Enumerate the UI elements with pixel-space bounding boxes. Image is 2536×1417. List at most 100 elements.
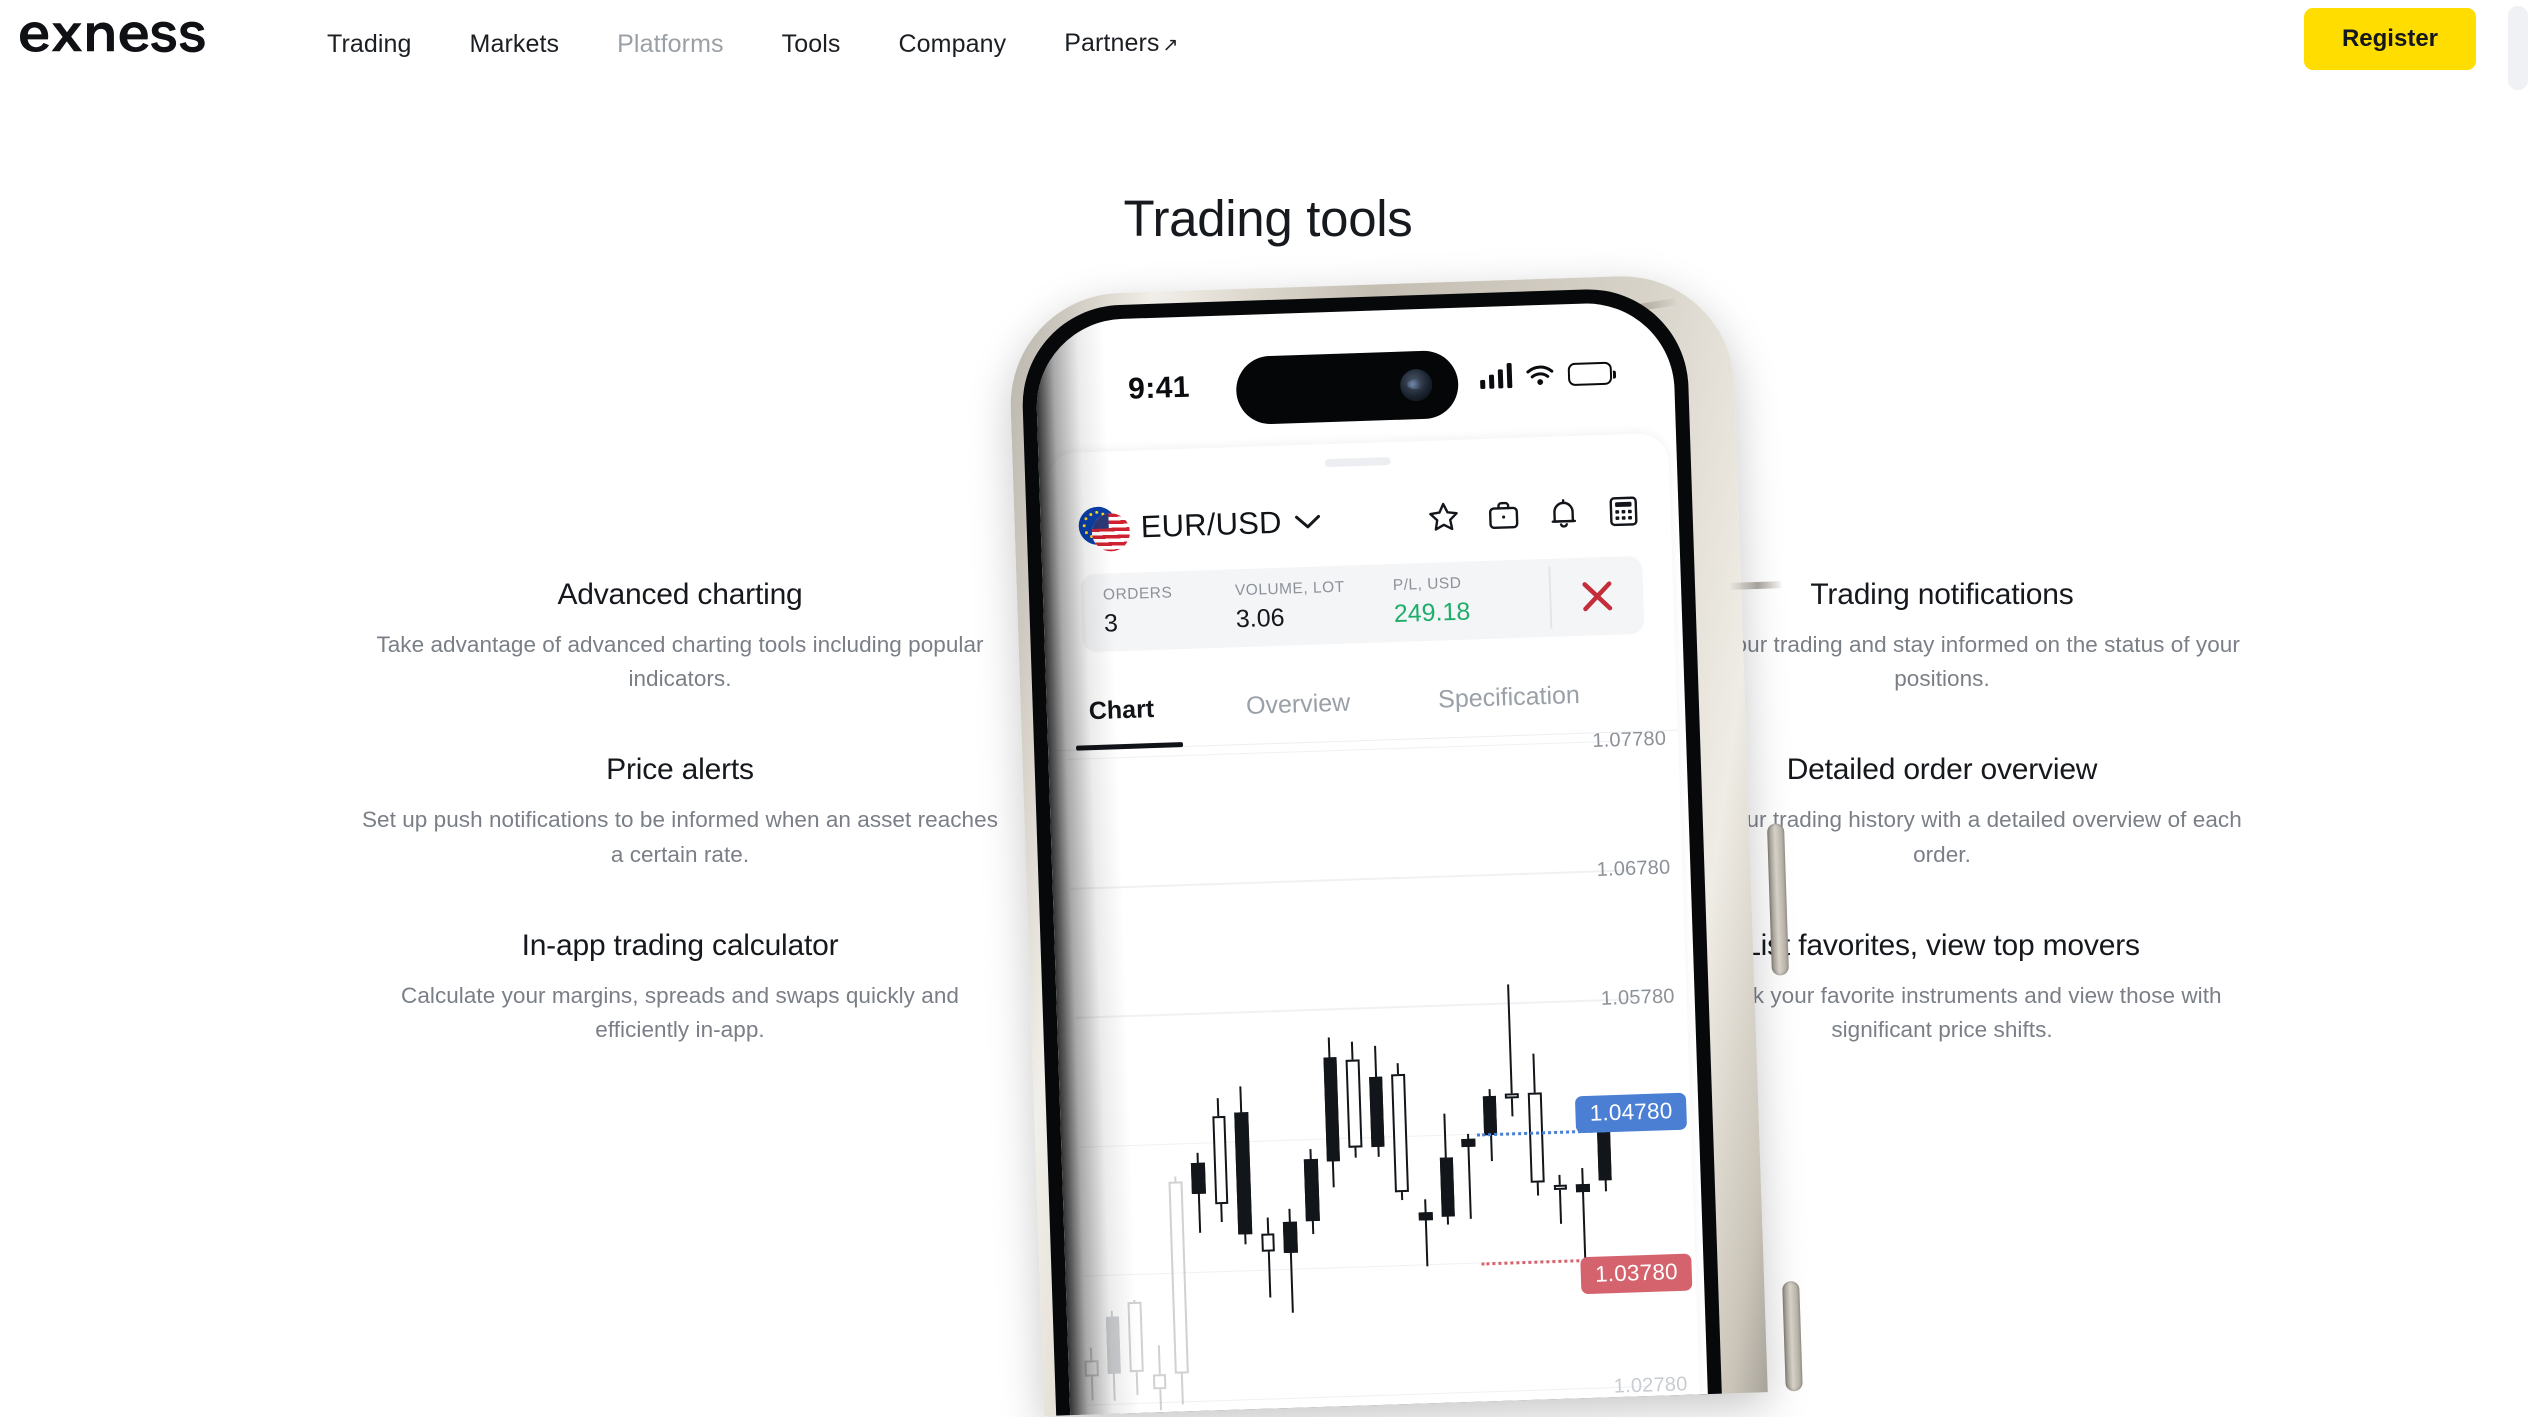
nav-label: Platforms: [617, 30, 724, 58]
candle-wick: [1423, 1199, 1429, 1267]
register-button[interactable]: Register: [2304, 8, 2476, 70]
battery-icon: [1567, 361, 1613, 387]
ask-price-badge: 1.03780: [1580, 1253, 1693, 1294]
nav-label: Markets: [469, 30, 560, 58]
candle-body: [1418, 1212, 1433, 1221]
ios-status-bar: 9:41: [1035, 347, 1675, 426]
trading-app-sheet: EUR/USD ORDERS 3 VOLUME, LOT 3.06 P/L, U…: [1046, 432, 1700, 1415]
candle-body: [1482, 1096, 1498, 1136]
candle-body: [1553, 1184, 1568, 1191]
feature-advanced-charting: Advanced charting Take advantage of adva…: [360, 578, 1000, 696]
feature-description: Set up push notifications to be informed…: [362, 807, 998, 867]
cell-value: 249.18: [1393, 597, 1471, 629]
nav-link-trading[interactable]: Trading: [298, 0, 441, 88]
front-camera-icon: [1399, 368, 1433, 402]
feature-title: In-app trading calculator: [521, 928, 839, 962]
external-link-arrow-icon: ↗: [1162, 34, 1179, 56]
candle-wick: [1266, 1217, 1271, 1298]
candle-body: [1596, 1126, 1612, 1181]
chevron-down-icon[interactable]: [1294, 513, 1321, 530]
nav-label: Tools: [781, 30, 841, 58]
candle-body: [1505, 1092, 1519, 1099]
status-bar-time: 9:41: [1127, 370, 1191, 406]
volume-lot-cell: VOLUME, LOT 3.06: [1213, 578, 1373, 635]
close-all-orders-button[interactable]: [1550, 574, 1644, 619]
instrument-name: EUR/USD: [1140, 504, 1283, 545]
tab-chart[interactable]: Chart: [1054, 672, 1156, 751]
wifi-icon: [1526, 365, 1554, 385]
feature-description: Take advantage of advanced charting tool…: [376, 632, 984, 692]
close-x-icon: [1582, 581, 1613, 612]
phone-screen: 9:41 EUR/USD ORDERS 3 VOLUME, LOT 3.06 P…: [1033, 300, 1708, 1416]
nav-link-markets[interactable]: Markets: [441, 0, 589, 88]
feature-title: Advanced charting: [557, 578, 803, 611]
tab-label: Chart: [1088, 695, 1155, 726]
tab-specification[interactable]: Specification: [1349, 657, 1581, 741]
candle-series: [1056, 732, 1658, 1415]
cell-label: ORDERS: [1102, 584, 1173, 604]
candle-body: [1168, 1181, 1189, 1374]
nav-link-platforms[interactable]: Platforms: [588, 0, 752, 88]
exness-logo[interactable]: [18, 14, 258, 60]
nav-label: Company: [898, 30, 1007, 58]
page-title: Trading tools: [1123, 190, 1413, 248]
instrument-flags: [1078, 506, 1131, 552]
header-action-icons: [1426, 494, 1641, 535]
phone-antenna-seam: [1728, 581, 1782, 590]
candle-body: [1105, 1316, 1121, 1375]
us-flag-icon: [1091, 512, 1131, 552]
nav-link-partners[interactable]: Partners ↗: [1035, 0, 1207, 90]
tab-label: Overview: [1245, 688, 1351, 720]
nav-label: Partners: [1064, 28, 1160, 57]
feature-column-left: Advanced charting Take advantage of adva…: [360, 578, 1000, 1104]
profit-loss-cell: P/L, USD 249.18: [1371, 572, 1545, 630]
open-orders-summary: ORDERS 3 VOLUME, LOT 3.06 P/L, USD 249.1…: [1080, 555, 1645, 653]
phone-volume-button[interactable]: [1766, 823, 1789, 976]
cell-value: 3.06: [1235, 603, 1285, 634]
tab-label: Specification: [1437, 680, 1581, 714]
phone-mockup: 9:41 EUR/USD ORDERS 3 VOLUME, LOT 3.06 P…: [971, 271, 1808, 1417]
sheet-grabber-handle[interactable]: [1324, 457, 1391, 468]
candle-body: [1368, 1076, 1385, 1147]
candle-body: [1234, 1112, 1252, 1235]
candle-body: [1527, 1092, 1545, 1184]
main-nav-links: Trading Markets Platforms Tools Company …: [298, 0, 1208, 88]
status-bar-icons: [1479, 359, 1613, 390]
orders-count-cell: ORDERS 3: [1081, 583, 1215, 639]
cell-label: P/L, USD: [1392, 574, 1462, 595]
candle-body: [1152, 1373, 1167, 1390]
star-icon[interactable]: [1426, 500, 1461, 535]
calculator-icon[interactable]: [1606, 494, 1641, 529]
feature-description: Calculate your margins, spreads and swap…: [401, 982, 959, 1042]
tab-overview[interactable]: Overview: [1153, 665, 1352, 747]
candle-body: [1439, 1157, 1455, 1218]
feature-in-app-trading-calculator: In-app trading calculator Calculate your…: [360, 929, 1000, 1047]
candle-body: [1391, 1073, 1409, 1193]
candle-body: [1261, 1232, 1276, 1252]
cellular-signal-icon: [1479, 362, 1513, 390]
cell-value: 3: [1103, 609, 1119, 638]
feature-price-alerts: Price alerts Set up push notifications t…: [360, 753, 1000, 871]
candle-body: [1211, 1115, 1229, 1204]
dynamic-island: [1235, 349, 1460, 426]
bid-price-badge: 1.04780: [1575, 1092, 1688, 1133]
briefcase-icon[interactable]: [1486, 498, 1521, 533]
candle-body: [1461, 1138, 1476, 1147]
candle-body: [1190, 1162, 1206, 1195]
candle-wick: [1558, 1174, 1563, 1224]
candle-body: [1283, 1221, 1298, 1254]
phone-power-button[interactable]: [1782, 1280, 1803, 1392]
candlestick-chart[interactable]: 1.07780 1.06780 1.05780 1.02780 1.04780 1.03…: [1056, 731, 1700, 1415]
bell-icon[interactable]: [1546, 496, 1581, 531]
candle-body: [1575, 1183, 1590, 1192]
candle-body: [1127, 1302, 1144, 1373]
candle-body: [1345, 1059, 1363, 1148]
candle-body: [1084, 1360, 1099, 1377]
top-navigation-bar: Trading Markets Platforms Tools Company …: [0, 0, 2536, 88]
instrument-header: EUR/USD: [1048, 475, 1672, 566]
nav-link-tools[interactable]: Tools: [753, 0, 870, 88]
nav-link-company[interactable]: Company: [870, 0, 1036, 88]
candle-body: [1303, 1159, 1320, 1222]
page-scrollbar-thumb[interactable]: [2508, 6, 2528, 90]
feature-title: Price alerts: [606, 753, 754, 787]
